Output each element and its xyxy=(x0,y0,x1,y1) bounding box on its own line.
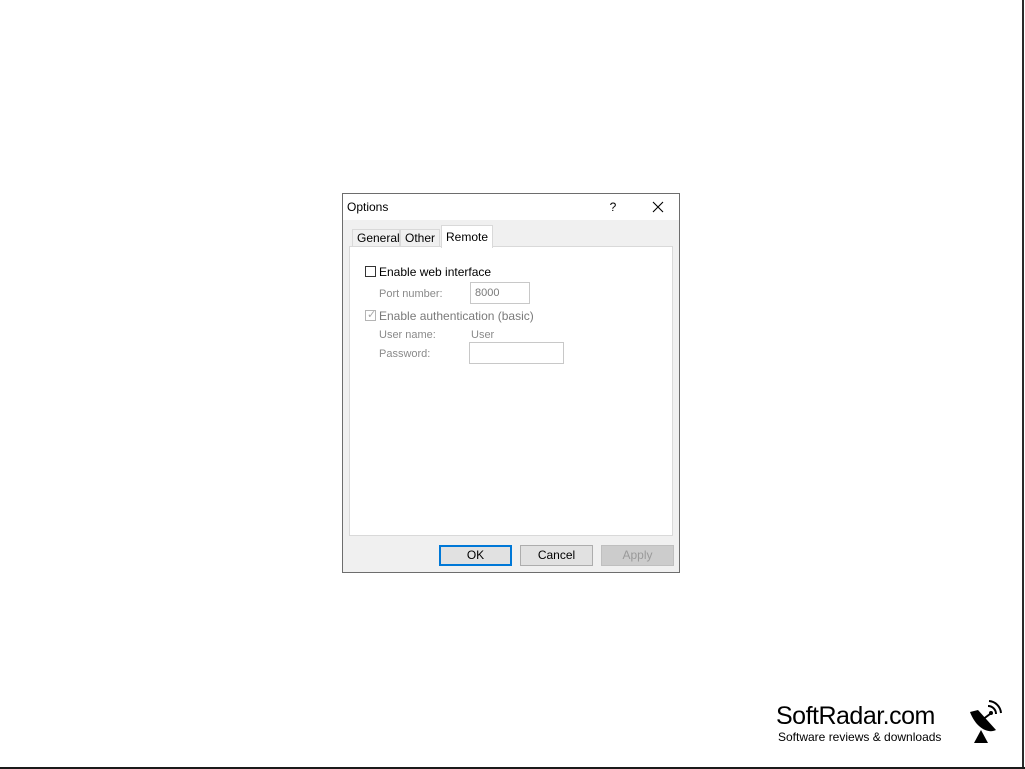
enable-web-interface-checkbox[interactable] xyxy=(365,266,376,277)
enable-authentication-label[interactable]: Enable authentication (basic) xyxy=(379,309,534,323)
user-name-value: User xyxy=(471,329,495,341)
enable-web-interface-label[interactable]: Enable web interface xyxy=(379,265,491,279)
port-number-label: Port number: xyxy=(379,288,443,300)
enable-authentication-checkbox[interactable]: ✓ xyxy=(365,309,377,321)
checkmark-icon: ✓ xyxy=(367,309,377,321)
cancel-button[interactable]: Cancel xyxy=(520,545,593,566)
screen-right-edge xyxy=(1022,0,1024,769)
options-dialog: Options ? General Other Remote Enable we… xyxy=(342,193,680,573)
password-label: Password: xyxy=(379,348,431,360)
dialog-title: Options xyxy=(347,200,389,214)
softradar-watermark: SoftRadar.com Software reviews & downloa… xyxy=(776,700,1006,750)
close-button[interactable] xyxy=(647,197,669,217)
apply-button[interactable]: Apply xyxy=(601,545,674,566)
watermark-subtitle: Software reviews & downloads xyxy=(778,730,942,744)
port-number-input[interactable] xyxy=(470,282,530,304)
title-bar[interactable]: Options ? xyxy=(343,194,679,220)
user-name-label: User name: xyxy=(379,329,436,341)
tab-general[interactable]: General xyxy=(352,229,400,247)
help-button[interactable]: ? xyxy=(605,198,621,216)
close-icon xyxy=(652,201,664,213)
ok-button[interactable]: OK xyxy=(439,545,512,566)
watermark-title: SoftRadar.com xyxy=(776,702,935,730)
remote-tab-panel: Enable web interface Port number: ✓ Enab… xyxy=(349,246,673,536)
tab-remote[interactable]: Remote xyxy=(441,225,493,248)
password-input[interactable] xyxy=(469,342,564,364)
satellite-dish-icon xyxy=(970,700,1002,743)
tab-other[interactable]: Other xyxy=(400,229,440,247)
